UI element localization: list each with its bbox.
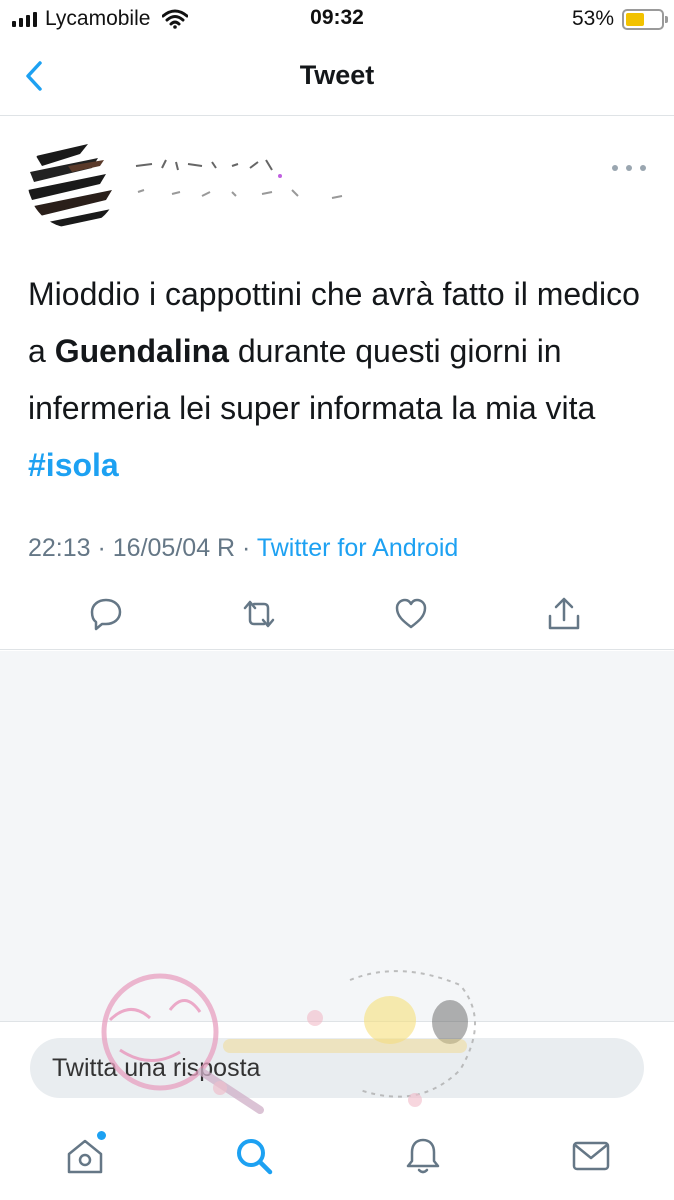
status-left: Lycamobile: [12, 6, 189, 32]
tweet-timestamp: 22:13 · 16/05/04 R ·: [28, 534, 257, 562]
tab-messages[interactable]: [566, 1131, 616, 1181]
tab-notifications[interactable]: [398, 1131, 448, 1181]
home-icon: [67, 1139, 103, 1174]
chevron-left-icon: [26, 61, 42, 91]
reply-icon: [90, 598, 122, 631]
share-icon: [548, 597, 580, 630]
tab-home[interactable]: [60, 1131, 110, 1181]
more-dot: [612, 165, 618, 171]
replies-area: [0, 651, 674, 1021]
battery-icon: [622, 8, 668, 30]
like-button[interactable]: [389, 592, 433, 636]
tab-search[interactable]: [229, 1131, 279, 1181]
tweet-detail: Mioddio i cappottini che avrà fatto il m…: [0, 116, 674, 650]
carrier-name: Lycamobile: [45, 7, 151, 30]
redacted-avatar-image: [28, 144, 116, 228]
nav-bar: Tweet: [0, 40, 674, 116]
search-icon: [237, 1139, 273, 1175]
retweet-button[interactable]: [237, 592, 281, 636]
more-dot: [640, 165, 646, 171]
signal-strength-icon: [12, 11, 37, 27]
back-button[interactable]: [18, 58, 54, 94]
hashtag-link[interactable]: #isola: [28, 447, 119, 483]
avatar[interactable]: [28, 138, 118, 228]
messages-icon: [572, 1141, 610, 1171]
battery-level: [626, 12, 645, 26]
notifications-icon: [406, 1138, 440, 1174]
tweet-meta: 22:13 · 16/05/04 R · Twitter for Android: [28, 534, 458, 563]
status-right: 53%: [571, 6, 668, 32]
share-button[interactable]: [542, 592, 586, 636]
tweet-source-link[interactable]: Twitter for Android: [257, 534, 458, 562]
author-name-redacted: [135, 159, 343, 199]
reply-bar: Twitta una risposta: [0, 1021, 674, 1117]
retweet-icon: [243, 600, 275, 628]
battery-percent: 53%: [571, 7, 614, 30]
notification-dot: [97, 1131, 106, 1140]
tweet-bold-name: Guendalina: [54, 333, 229, 369]
wifi-icon: [162, 9, 189, 29]
tab-bar: [0, 1117, 674, 1200]
reply-button[interactable]: [84, 592, 128, 636]
reply-input[interactable]: Twitta una risposta: [30, 1038, 644, 1098]
battery-tip: [665, 15, 668, 23]
tweet-actions: [0, 592, 674, 636]
more-dot: [626, 165, 632, 171]
tweet-text: Mioddio i cappottini che avrà fatto il m…: [28, 266, 648, 494]
page-title: Tweet: [299, 60, 375, 90]
status-bar: Lycamobile 09:32 53%: [0, 0, 674, 40]
more-options-button[interactable]: [612, 160, 646, 176]
like-icon: [395, 598, 427, 629]
